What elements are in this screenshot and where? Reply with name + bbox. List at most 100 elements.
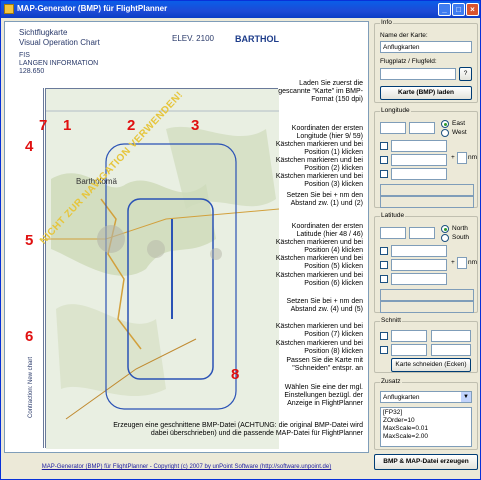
latitude-deg-input[interactable] [380,227,406,239]
info-group-title: Info [380,19,393,26]
instruction-generate: Erzeugen eine geschnittene BMP-Datei (AC… [113,422,363,437]
position-marker-6: 6 [25,328,34,345]
cut-pos8-x-input[interactable] [391,344,427,356]
map-header: Sichtflugkarte Visual Operation Chart EL… [5,22,368,86]
memo-line: MaxScale=2.00 [383,433,428,440]
cut-pos7-checkbox[interactable] [380,332,388,340]
south-radio[interactable] [441,234,449,242]
chevron-down-icon[interactable]: ▼ [461,392,471,402]
map-place: BARTHOL [235,34,279,44]
cut-map-button[interactable]: Karte schneiden (Ecken) [391,358,471,372]
map-lang-info: LANGEN INFORMATION [19,60,99,67]
latitude-pos4-checkbox[interactable] [380,247,388,255]
map-preview[interactable]: Sichtflugkarte Visual Operation Chart EL… [4,21,369,453]
longitude-plus-label: + [451,154,455,161]
latitude-pos6-input[interactable] [391,273,447,285]
longitude-result-2 [380,196,474,208]
map-fis: FIS [19,52,30,59]
position-marker-3: 3 [191,117,200,134]
instruction-lat-1: Koordinaten der ersten Latitude (hier 48… [275,223,363,254]
memo-line: MaxScale=0.01 [383,425,428,432]
north-label: North [452,225,468,232]
window-title: MAP-Generator (BMP) für FlightPlanner [17,4,168,13]
memo-line: ZOrder=10 [383,417,415,424]
schnitt-group-title: Schnitt [380,317,402,324]
latitude-group: Latitude North South + nm [374,212,478,313]
instruction-lat-distance: Setzen Sie bei + nm den Abstand zw. (4) … [286,298,363,313]
position-marker-5: 5 [25,232,34,249]
airfield-lookup-button[interactable]: ? [459,67,472,81]
instruction-long-distance: Setzen Sie bei + nm den Abstand zw. (1) … [286,192,363,207]
south-label: South [452,234,469,241]
map-image[interactable]: Bartholomä NICHT ZUR NAVIGATION VERWENDE… [38,88,280,449]
instruction-cut-adjust: Passen Sie die Karte mit "Schneiden" ent… [286,357,363,372]
close-button[interactable]: × [466,3,479,16]
latitude-pos6-checkbox[interactable] [380,275,388,283]
longitude-group-title: Longitude [380,107,411,114]
minimize-button[interactable]: _ [438,3,451,16]
map-contraction-note: Contraction: New chart [28,356,34,418]
instruction-cut-1: Kästchen markieren und bei Position (7) … [275,323,363,338]
instruction-zusatz: Wählen Sie eine der mgl. Einstellungen b… [284,384,363,407]
cut-pos7-y-input[interactable] [431,330,471,342]
latitude-plus-label: + [451,259,455,266]
map-header-title: Sichtflugkarte [19,28,68,37]
airfield-input[interactable] [380,68,456,80]
latitude-nm-label: nm [468,259,478,266]
longitude-pos1-checkbox[interactable] [380,142,388,150]
zusatz-group-title: Zusatz [380,378,402,385]
cut-pos8-checkbox[interactable] [380,346,388,354]
longitude-pos3-checkbox[interactable] [380,170,388,178]
zusatz-select[interactable]: Anflugkarten ▼ [380,391,472,403]
latitude-group-title: Latitude [380,212,406,219]
maximize-button[interactable]: □ [452,3,465,16]
longitude-min-input[interactable] [409,122,435,134]
longitude-deg-input[interactable] [380,122,406,134]
latitude-pos5-checkbox[interactable] [380,261,388,269]
longitude-nm-input[interactable] [457,152,467,164]
load-map-button[interactable]: Karte (BMP) laden [380,86,472,100]
latitude-min-input[interactable] [409,227,435,239]
title-bar[interactable]: MAP-Generator (BMP) für FlightPlanner _ … [1,1,480,18]
cut-pos8-y-input[interactable] [431,344,471,356]
west-label: West [452,129,467,136]
app-icon [4,4,14,14]
info-group: Info Name der Karte: Anflugkarten Flugpl… [374,19,478,103]
position-marker-4: 4 [25,138,34,155]
schnitt-group: Schnitt Karte schneiden (Ecken) [374,317,478,373]
airfield-label: Flugplatz / Flugfeld: [380,58,437,65]
cut-pos7-x-input[interactable] [391,330,427,342]
instruction-long-1: Koordinaten der ersten Longitude (hier 9… [275,125,363,156]
west-radio[interactable] [441,129,449,137]
latitude-pos5-input[interactable] [391,259,447,271]
generate-files-button[interactable]: BMP & MAP-Datei erzeugen [374,454,478,470]
north-radio[interactable] [441,225,449,233]
position-marker-8: 8 [231,366,240,383]
position-marker-2: 2 [127,117,136,134]
latitude-pos4-input[interactable] [391,245,447,257]
map-header-subtitle: Visual Operation Chart [19,38,100,47]
longitude-pos2-input[interactable] [391,154,447,166]
map-frequency: 128.650 [19,68,45,75]
memo-line: [FP32] [383,409,403,416]
instruction-long-3: Kästchen markieren und bei Position (3) … [275,173,363,188]
longitude-pos3-input[interactable] [391,168,447,180]
copyright-link[interactable]: MAP-Generator (BMP) für FlightPlanner - … [4,457,369,477]
east-radio[interactable] [441,120,449,128]
east-label: East [452,120,466,127]
map-name-input[interactable]: Anflugkarten [380,41,472,53]
zusatz-group: Zusatz Anflugkarten ▼ [FP32] ZOrder=10 Ma… [374,378,478,450]
longitude-pos1-input[interactable] [391,140,447,152]
latitude-result-2 [380,301,474,313]
latitude-nm-input[interactable] [457,257,467,269]
map-elevation: ELEV. 2100 [172,34,214,43]
longitude-pos2-checkbox[interactable] [380,156,388,164]
map-name-label: Name der Karte: [380,32,428,39]
map-drawing [46,89,280,449]
longitude-group: Longitude East West + nm [374,107,478,208]
latitude-result-1 [380,289,474,301]
instruction-load: Laden Sie zuerst die gescannte "Karte" i… [278,80,363,103]
instruction-cut-2: Kästchen markieren und bei Position (8) … [275,340,363,355]
app-window: MAP-Generator (BMP) für FlightPlanner _ … [0,0,481,480]
zusatz-memo[interactable]: [FP32] ZOrder=10 MaxScale=0.01 MaxScale=… [380,407,472,447]
